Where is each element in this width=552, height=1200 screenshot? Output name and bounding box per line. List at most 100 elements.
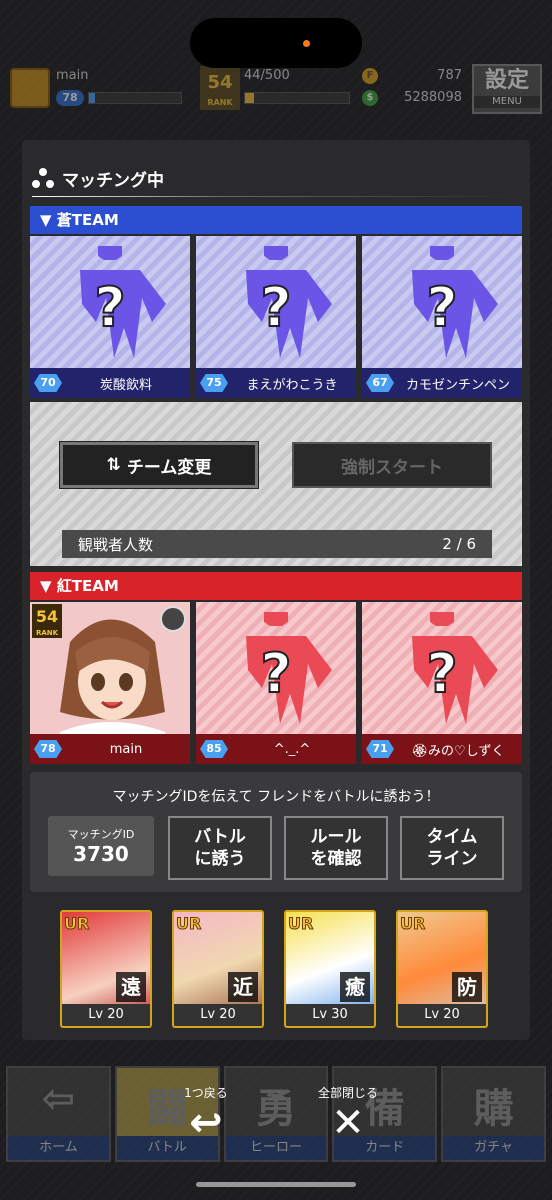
red-slot-2[interactable]: ? 85 ^._.^: [196, 602, 356, 764]
match-controls: ⇅ チーム変更 強制スタート 観戦者人数 2 / 6: [30, 402, 522, 566]
player-name: main: [56, 68, 89, 83]
card-level: Lv 20: [398, 1004, 486, 1026]
deck-card-1[interactable]: UR 遠 Lv 20: [60, 910, 152, 1028]
money-value: 5288098: [404, 90, 462, 105]
rank-badge: 54 RANK: [200, 66, 240, 110]
timeline-button[interactable]: タイム ライン: [400, 816, 504, 880]
unknown-player-icon: ?: [246, 246, 332, 358]
unknown-player-icon: ?: [246, 612, 332, 724]
team-change-label: チーム変更: [126, 457, 212, 478]
blue-slot-2[interactable]: ? 75 まえがわこうき: [196, 236, 356, 398]
matching-icon: [32, 167, 54, 190]
home-icon: ⇦: [41, 1076, 76, 1122]
gacha-icon: 購: [473, 1086, 514, 1132]
player-name: ^._.^: [273, 741, 311, 757]
blue-team-header: ▼ 蒼TEAM: [30, 206, 522, 234]
rank-badge: 54 RANK: [32, 604, 62, 638]
unknown-player-icon: ?: [80, 246, 166, 358]
slot-name-bar: 71 🏵みの♡しずく: [362, 734, 522, 764]
svg-text:?: ?: [260, 642, 291, 705]
card-type: 近: [228, 972, 258, 1002]
slot-name-bar: 78 main: [30, 734, 190, 764]
svg-text:?: ?: [94, 276, 125, 339]
invite-to-battle-button[interactable]: バトル に誘う: [168, 816, 272, 880]
settings-label: 設定: [484, 68, 529, 93]
swap-icon: ⇅: [106, 455, 121, 475]
blue-slot-3[interactable]: ? 67 カモゼンチンペン: [362, 236, 522, 398]
close-all-label: 全部閉じる: [317, 1086, 378, 1100]
svg-text:?: ?: [426, 642, 457, 705]
matching-modal: マッチング中 ▼ 蒼TEAM ? 70 炭酸飲料 ? 75 まえがわこうき ? …: [22, 140, 530, 1040]
card-level: Lv 20: [62, 1004, 150, 1026]
blue-slot-1[interactable]: ? 70 炭酸飲料: [30, 236, 190, 398]
modal-title: マッチング中: [62, 171, 164, 191]
top-status-bar: main 78 54 RANK 44/500 F 787 $ 5288098 設定…: [0, 60, 552, 120]
card-level: Lv 20: [174, 1004, 262, 1026]
level-badge: 78: [34, 740, 62, 758]
nav-gacha[interactable]: 購ガチャ: [441, 1066, 546, 1162]
bottom-nav: ⇦ ホーム 闘バトル 勇ヒーロー 備カード 購ガチャ: [0, 1066, 552, 1166]
deck-card-2[interactable]: UR 近 Lv 20: [172, 910, 264, 1028]
unknown-player-icon: ?: [412, 246, 498, 358]
spectator-label: 観戦者人数: [78, 535, 154, 554]
nav-label: ホーム: [8, 1136, 109, 1160]
coin-value: 787: [437, 68, 462, 83]
deck-card-4[interactable]: UR 防 Lv 20: [396, 910, 488, 1028]
match-id-box: マッチングID 3730: [48, 816, 154, 876]
back-button[interactable]: 1つ戻る ↩: [176, 1084, 236, 1145]
unknown-player-icon: ?: [412, 612, 498, 724]
player-avatar[interactable]: [10, 68, 50, 108]
invite-panel: マッチングIDを伝えて フレンドをバトルに誘おう！ マッチングID 3730 バ…: [30, 772, 522, 892]
check-rules-button[interactable]: ルール を確認: [284, 816, 388, 880]
card-type: 防: [452, 972, 482, 1002]
rarity-label: UR: [175, 914, 202, 934]
spectator-count: 2 / 6: [442, 535, 476, 553]
back-label: 1つ戻る: [184, 1086, 228, 1100]
red-team-header: ▼ 紅TEAM: [30, 572, 522, 600]
deck-card-3[interactable]: UR 癒 Lv 30: [284, 910, 376, 1028]
force-start-button[interactable]: 強制スタート: [292, 442, 492, 488]
player-name: カモゼンチンペン: [405, 377, 510, 393]
menu-label: MENU: [474, 96, 540, 108]
spectator-count-bar: 観戦者人数 2 / 6: [62, 530, 492, 558]
coin-icon: F: [362, 68, 378, 84]
level-badge: 67: [366, 374, 394, 392]
invite-text: マッチングIDを伝えて フレンドをバトルに誘おう！: [112, 789, 440, 805]
red-slot-3[interactable]: ? 71 🏵みの♡しずく: [362, 602, 522, 764]
player-name: 炭酸飲料: [99, 377, 152, 393]
player-name: 🏵みの♡しずく: [411, 743, 505, 759]
rarity-label: UR: [287, 914, 314, 934]
player-exp-bar: [88, 92, 182, 104]
level-badge: 71: [366, 740, 394, 758]
back-icon: ↩: [189, 1100, 223, 1146]
modal-header: マッチング中: [32, 166, 164, 191]
level-badge: 85: [200, 740, 228, 758]
level-badge: 70: [34, 374, 62, 392]
card-type: 癒: [340, 972, 370, 1002]
header-divider: [32, 196, 520, 197]
rank-exp-text: 44/500: [244, 68, 290, 83]
close-all-button[interactable]: 全部閉じる ✕: [310, 1084, 386, 1145]
emote-icon[interactable]: [160, 606, 186, 632]
deck-cards: UR 遠 Lv 20 UR 近 Lv 20 UR 癒 Lv 30 UR 防 Lv…: [60, 910, 488, 1028]
card-type: 遠: [116, 972, 146, 1002]
card-level: Lv 30: [286, 1004, 374, 1026]
slot-name-bar: 70 炭酸飲料: [30, 368, 190, 398]
nav-label: ガチャ: [443, 1136, 544, 1160]
player-level-badge: 78: [56, 90, 84, 106]
rank-exp-bar: [244, 92, 350, 104]
svg-text:?: ?: [426, 276, 457, 339]
nav-home[interactable]: ⇦ ホーム: [6, 1066, 111, 1162]
team-change-button[interactable]: ⇅ チーム変更: [59, 441, 259, 489]
rarity-label: UR: [399, 914, 426, 934]
player-name: まえがわこうき: [246, 377, 338, 393]
rarity-label: UR: [63, 914, 90, 934]
device-notch: [190, 18, 362, 68]
match-id-label: マッチングID: [67, 828, 135, 841]
close-icon: ✕: [331, 1100, 365, 1146]
slot-name-bar: 85 ^._.^: [196, 734, 356, 764]
match-id-value: 3730: [73, 842, 129, 866]
red-slot-1[interactable]: 54 RANK 78 main: [30, 602, 190, 764]
settings-menu-button[interactable]: 設定 MENU: [472, 64, 542, 114]
money-icon: $: [362, 90, 378, 106]
